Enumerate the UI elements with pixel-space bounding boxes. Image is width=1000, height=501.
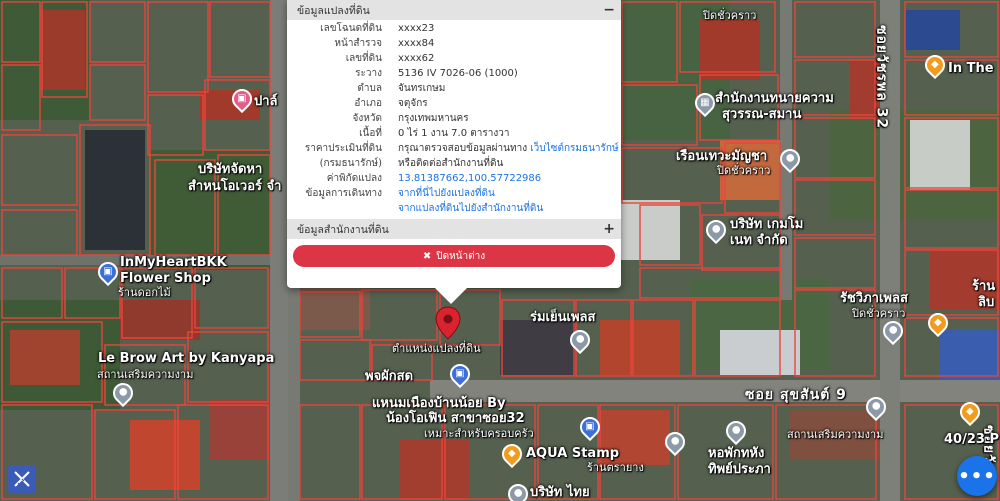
street-label: ซอยวัชรพล 32 [873,25,890,130]
coordinate-link[interactable]: 13.81387662,100.57722986 [398,173,541,184]
map-label: บริษัท ไทย [530,485,590,500]
land-office-section-header[interactable]: ข้อมูลสำนักงานที่ดิน + [287,219,621,239]
info-label: ราคาประเมินที่ดิน (กรมธนารักษ์) [287,141,388,171]
map-label: AQUA Stamp [526,446,620,461]
map-label: สถานเสริมความงาม [787,428,884,441]
parcel-info-popup: ข้อมูลแปลงที่ดิน − เลขโฉนดที่ดิน xxxx23 … [287,0,621,304]
map-label: รัชวิภาเพลส [840,291,908,306]
info-value: จตุจักร [398,98,428,109]
collapse-icon[interactable]: − [603,3,615,17]
map-label: บริษัทจัดหา [198,162,263,177]
map-label: สำหนโอเวอร์ จำ [188,179,282,194]
map-label: ร้านตรายาง [587,461,644,474]
map-label: ปิดชั่วคราว [852,307,906,320]
map-label: ร้านดอกไม้ [118,286,171,299]
info-label: ตำบล [357,83,382,94]
map-label: สุวรรณ-สมาน [722,107,802,122]
info-label: ข้อมูลการเดินทาง [305,188,382,199]
info-label: ระวาง [355,68,382,79]
info-value: กรุณาตรวจสอบข้อมูลผ่านทาง เว็บไซต์กรมธนา… [388,141,619,171]
parcel-info-section-header[interactable]: ข้อมูลแปลงที่ดิน − [287,0,621,20]
map-label: ร้าน [972,279,996,294]
map-label: เรือนเทวะมัญชา [676,149,768,164]
map-label: เนท จำกัด [730,233,788,248]
price-label-line-1: ราคาประเมินที่ดิน [304,143,382,154]
info-value: กรุงเทพมหานคร [398,113,469,124]
map-label: เหมาะสำหรับครอบครัว [424,427,534,440]
ruler-pencil-icon [14,471,30,487]
map-label: น้องโอเฟิน สาขาซอย32 [386,411,525,426]
coordinate-row: ค่าพิกัดแปลง 13.81387662,100.57722986 [287,171,621,186]
close-button-label: ปิดหน้าต่าง [436,250,486,262]
map-label: บริษัท เกมโม [730,217,804,232]
map-label: Flower Shop [120,271,211,286]
info-row: เนื้อที่ 0 ไร่ 1 งาน 7.0 ตารางวา [287,126,621,141]
info-row: ตำบล จันทรเกษม [287,81,621,96]
info-value: 0 ไร่ 1 งาน 7.0 ตารางวา [398,128,510,139]
info-row: เลขที่ดิน xxxx62 [287,51,621,66]
map-label: Le Brow Art by Kanyapa [98,351,275,366]
info-label: จังหวัด [352,113,382,124]
info-label: อำเภอ [354,98,382,109]
treasury-website-link[interactable]: เว็บไซต์กรมธนารักษ์ [530,143,618,154]
info-row: จังหวัด กรุงเทพมหานคร [287,111,621,126]
more-options-button[interactable]: ••• [957,456,997,496]
price-row: ราคาประเมินที่ดิน (กรมธนารักษ์) กรุณาตรว… [287,141,621,171]
more-dots-icon: ••• [958,465,996,487]
map-label: ร่มเย็นเพลส [530,310,596,325]
parcel-info-list: เลขโฉนดที่ดิน xxxx23 หน้าสำรวจ xxxx84 เล… [287,20,621,216]
info-value: xxxx23 [398,23,435,34]
map-label: ปาล์ [254,94,278,109]
info-value: จันทรเกษม [398,83,446,94]
map-label: ทิพย์ประภา [708,462,771,477]
section-title: ข้อมูลแปลงที่ดิน [297,4,370,17]
parcel-location-pin-icon[interactable] [435,306,461,340]
map-label: ปิดชั่วคราว [703,9,757,22]
price-label-line-2: (กรมธนารักษ์) [319,158,382,169]
info-label: เนื้อที่ [359,128,382,139]
info-label: เลขโฉนดที่ดิน [320,23,382,34]
info-row: หน้าสำรวจ xxxx84 [287,36,621,51]
travel-row: ข้อมูลการเดินทาง จากที่นี่ไปยังแปลงที่ดิ… [287,186,621,216]
map-label: 40/23 P [944,432,999,447]
price-value-text: กรุณาตรวจสอบข้อมูลผ่านทาง [398,143,528,154]
close-icon: ✖ [422,250,432,262]
map-label: ลิบ [978,295,995,310]
info-label: เลขที่ดิน [345,53,382,64]
map-label: InMyHeartBKK [120,255,227,270]
close-window-button[interactable]: ✖ ปิดหน้าต่าง [293,245,615,267]
parcel-pin-label: ตำแหน่งแปลงที่ดิน [392,342,481,355]
map-label: สถานเสริมความงาม [97,368,194,381]
info-row: ระวาง 5136 IV 7026-06 (1000) [287,66,621,81]
map-label: สำนักงานทนายความ [715,91,834,106]
expand-icon[interactable]: + [603,222,615,236]
map-label: แหนมเนืองบ้านน้อย By [372,396,506,411]
info-value: 5136 IV 7026-06 (1000) [398,68,518,79]
directions-to-parcel-link[interactable]: จากที่นี่ไปยังแปลงที่ดิน [398,186,543,201]
measure-tool-button[interactable] [8,465,36,493]
street-label: ซอย สุขสันต์ 9 [745,387,847,403]
map-label: พจผักสด [365,369,414,384]
price-value-text-2: หรือติดต่อสำนักงานที่ดิน [398,158,504,169]
info-value: xxxx62 [398,53,435,64]
info-row: เลขโฉนดที่ดิน xxxx23 [287,21,621,36]
map-label: หอพักทหัง [708,446,765,461]
directions-to-land-office-link[interactable]: จากแปลงที่ดินไปยังสำนักงานที่ดิน [398,201,543,216]
map-label: In The [948,61,994,76]
info-value: xxxx84 [398,38,435,49]
map-label: ปิดชั่วคราว [717,164,771,177]
info-label: ค่าพิกัดแปลง [326,173,382,184]
section-title: ข้อมูลสำนักงานที่ดิน [297,223,389,236]
info-row: อำเภอ จตุจักร [287,96,621,111]
info-label: หน้าสำรวจ [334,38,382,49]
